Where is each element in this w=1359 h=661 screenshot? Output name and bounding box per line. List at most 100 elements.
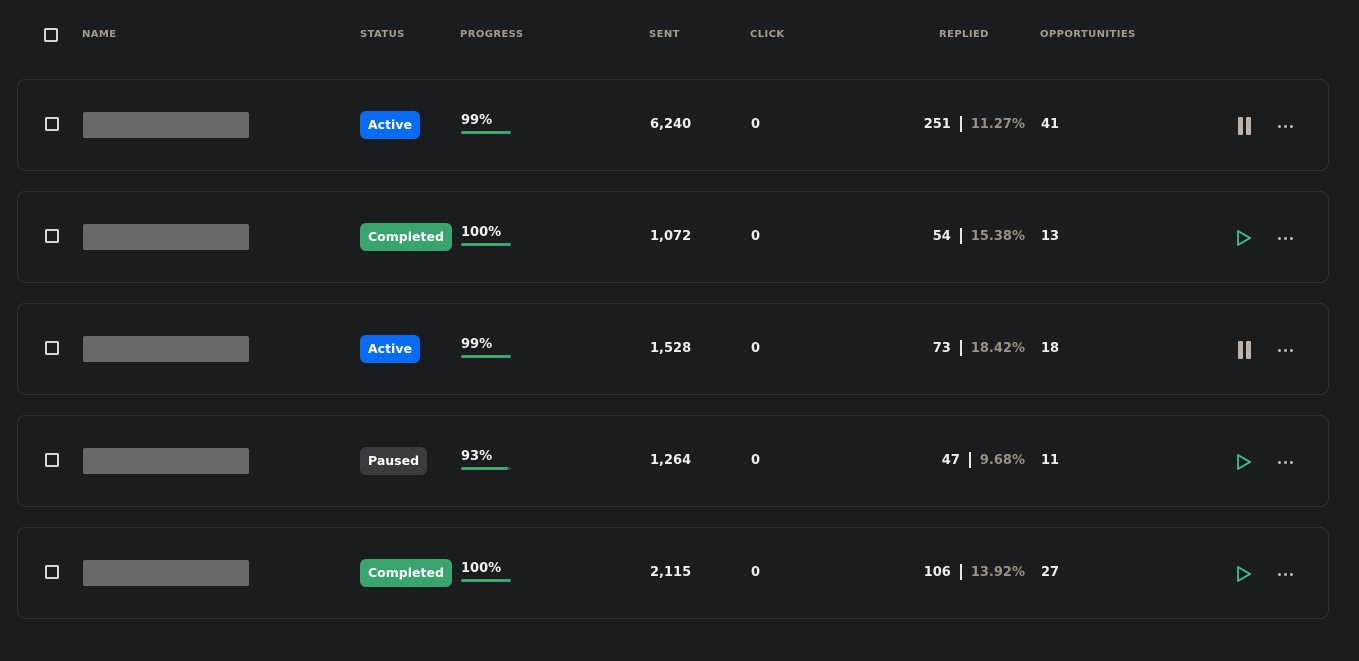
more-options-button[interactable] (1273, 227, 1297, 249)
replied-cell: 73 18.42% (933, 340, 1025, 356)
row-checkbox[interactable] (45, 565, 59, 579)
replied-count: 251 (923, 116, 951, 132)
more-options-button[interactable] (1273, 451, 1297, 473)
progress-cell: 93% (461, 450, 513, 470)
play-icon (1236, 565, 1252, 583)
column-header-replied[interactable]: REPLIED (939, 29, 989, 40)
progress-bar-fill (461, 243, 511, 246)
column-header-progress[interactable]: PROGRESS (460, 29, 523, 40)
replied-separator (959, 116, 962, 132)
progress-value: 99% (461, 113, 493, 128)
replied-count: 106 (923, 564, 951, 580)
more-options-button[interactable] (1273, 115, 1297, 137)
opportunities-count: 11 (1041, 453, 1060, 468)
replied-rate: 15.38% (970, 228, 1025, 244)
table-row[interactable]: Active 99% 1,528 0 73 18.42% 18 (17, 303, 1329, 395)
more-icon (1276, 236, 1294, 240)
campaign-name-redacted[interactable] (83, 560, 249, 586)
table-row[interactable]: Completed 100% 2,115 0 106 13.92% 27 (17, 527, 1329, 619)
progress-cell: 99% (461, 114, 513, 134)
progress-bar (461, 355, 511, 358)
row-checkbox[interactable] (45, 117, 59, 131)
replied-rate: 18.42% (970, 340, 1025, 356)
status-badge: Completed (360, 559, 452, 587)
campaign-name-redacted[interactable] (83, 112, 249, 138)
sent-count: 1,072 (650, 229, 692, 244)
campaign-table: NAME STATUS PROGRESS SENT CLICK REPLIED … (0, 0, 1359, 661)
progress-cell: 99% (461, 338, 513, 358)
status-badge: Paused (360, 447, 428, 475)
replied-cell: 251 11.27% (924, 116, 1025, 132)
replied-separator (959, 564, 962, 580)
progress-bar-fill (461, 579, 511, 582)
progress-bar (461, 243, 511, 246)
column-header-status[interactable]: STATUS (360, 29, 405, 40)
click-count: 0 (751, 341, 761, 356)
progress-value: 93% (461, 449, 493, 464)
progress-value: 100% (461, 225, 502, 240)
pause-button[interactable] (1232, 339, 1256, 361)
play-button[interactable] (1232, 451, 1256, 473)
opportunities-count: 27 (1041, 565, 1060, 580)
row-checkbox[interactable] (45, 453, 59, 467)
sent-count: 1,264 (650, 453, 692, 468)
play-icon (1236, 229, 1252, 247)
table-header: NAME STATUS PROGRESS SENT CLICK REPLIED … (0, 0, 1359, 70)
sent-count: 6,240 (650, 117, 692, 132)
more-icon (1276, 572, 1294, 576)
campaign-name-redacted[interactable] (83, 448, 249, 474)
progress-value: 99% (461, 337, 493, 352)
pause-button[interactable] (1232, 115, 1256, 137)
replied-rate: 11.27% (970, 116, 1025, 132)
row-checkbox[interactable] (45, 229, 59, 243)
column-header-click[interactable]: CLICK (750, 29, 785, 40)
progress-bar-fill (461, 355, 511, 358)
more-options-button[interactable] (1273, 339, 1297, 361)
replied-separator (959, 340, 962, 356)
replied-count: 54 (932, 228, 951, 244)
table-row[interactable]: Active 99% 6,240 0 251 11.27% 41 (17, 79, 1329, 171)
sent-count: 2,115 (650, 565, 692, 580)
replied-separator (968, 452, 971, 468)
replied-count: 73 (932, 340, 951, 356)
progress-value: 100% (461, 561, 502, 576)
select-all-checkbox[interactable] (44, 28, 58, 42)
replied-cell: 106 13.92% (924, 564, 1025, 580)
progress-bar-fill (461, 467, 508, 470)
opportunities-count: 13 (1041, 229, 1060, 244)
more-icon (1276, 460, 1294, 464)
sent-count: 1,528 (650, 341, 692, 356)
column-header-name[interactable]: NAME (82, 29, 117, 40)
more-icon (1276, 124, 1294, 128)
pause-icon (1236, 341, 1252, 359)
opportunities-count: 18 (1041, 341, 1060, 356)
more-options-button[interactable] (1273, 563, 1297, 585)
replied-separator (959, 228, 962, 244)
opportunities-count: 41 (1041, 117, 1060, 132)
play-button[interactable] (1232, 227, 1256, 249)
campaign-name-redacted[interactable] (83, 224, 249, 250)
progress-bar-fill (461, 131, 511, 134)
play-icon (1236, 453, 1252, 471)
play-button[interactable] (1232, 563, 1256, 585)
table-row[interactable]: Completed 100% 1,072 0 54 15.38% 13 (17, 191, 1329, 283)
progress-bar (461, 131, 511, 134)
column-header-sent[interactable]: SENT (649, 29, 680, 40)
table-row[interactable]: Paused 93% 1,264 0 47 9.68% 11 (17, 415, 1329, 507)
click-count: 0 (751, 453, 761, 468)
click-count: 0 (751, 117, 761, 132)
replied-cell: 47 9.68% (942, 452, 1025, 468)
progress-bar (461, 467, 511, 470)
row-checkbox[interactable] (45, 341, 59, 355)
column-header-opportunities[interactable]: OPPORTUNITIES (1040, 29, 1136, 40)
more-icon (1276, 348, 1294, 352)
replied-cell: 54 15.38% (933, 228, 1025, 244)
progress-bar (461, 579, 511, 582)
campaign-name-redacted[interactable] (83, 336, 249, 362)
replied-rate: 9.68% (979, 452, 1025, 468)
click-count: 0 (751, 565, 761, 580)
status-badge: Completed (360, 223, 452, 251)
replied-rate: 13.92% (970, 564, 1025, 580)
status-badge: Active (360, 335, 420, 363)
replied-count: 47 (941, 452, 960, 468)
